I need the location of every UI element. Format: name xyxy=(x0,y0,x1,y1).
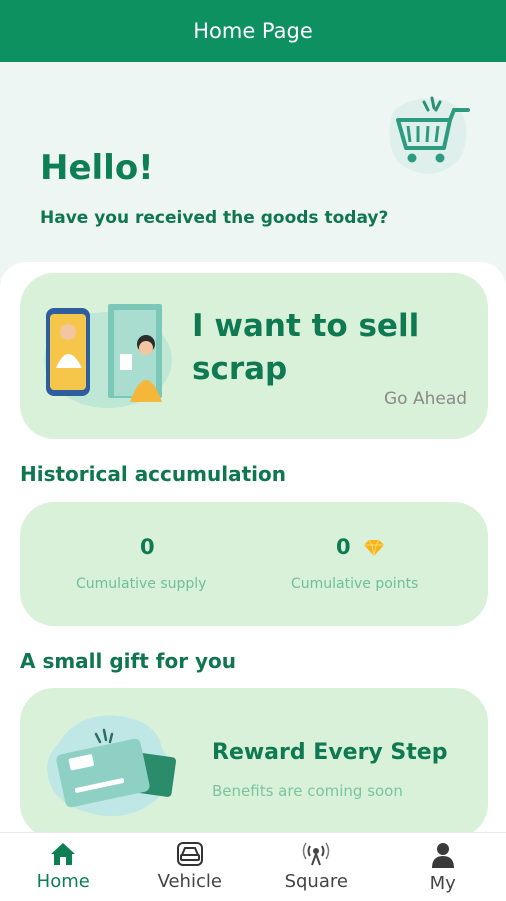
sell-scrap-title: I want to sell scrap xyxy=(192,305,452,391)
home-icon xyxy=(49,841,77,867)
vehicle-icon xyxy=(175,841,205,867)
tab-my[interactable]: My xyxy=(380,833,506,901)
history-card xyxy=(20,502,488,626)
points-label: Cumulative points xyxy=(291,576,418,592)
tab-vehicle-label: Vehicle xyxy=(158,871,222,892)
tab-home[interactable]: Home xyxy=(0,833,127,901)
gift-section-title: A small gift for you xyxy=(20,649,236,673)
reward-subtitle: Benefits are coming soon xyxy=(212,782,403,800)
go-ahead-link[interactable]: Go Ahead xyxy=(384,389,467,409)
shopping-cart-icon xyxy=(384,88,476,180)
user-icon xyxy=(429,841,457,869)
page-title: Home Page xyxy=(193,19,313,43)
points-value: 0 xyxy=(336,535,351,559)
reward-title: Reward Every Step xyxy=(212,740,447,765)
bottom-tab-bar: Home Vehicle Square My xyxy=(0,832,506,901)
broadcast-icon xyxy=(302,841,330,867)
card-payment-icon xyxy=(38,704,188,822)
diamond-icon xyxy=(362,539,386,557)
history-section-title: Historical accumulation xyxy=(20,462,286,486)
tab-home-label: Home xyxy=(37,871,90,892)
greeting-text: Hello! xyxy=(40,148,154,188)
supply-label: Cumulative supply xyxy=(76,576,206,592)
greeting-subtitle: Have you received the goods today? xyxy=(40,208,388,228)
tab-my-label: My xyxy=(430,873,456,894)
tab-square[interactable]: Square xyxy=(253,833,380,901)
sell-illustration xyxy=(38,298,178,410)
top-bar: Home Page xyxy=(0,0,506,62)
supply-value: 0 xyxy=(140,535,155,559)
tab-square-label: Square xyxy=(285,871,348,892)
tab-vehicle[interactable]: Vehicle xyxy=(127,833,254,901)
